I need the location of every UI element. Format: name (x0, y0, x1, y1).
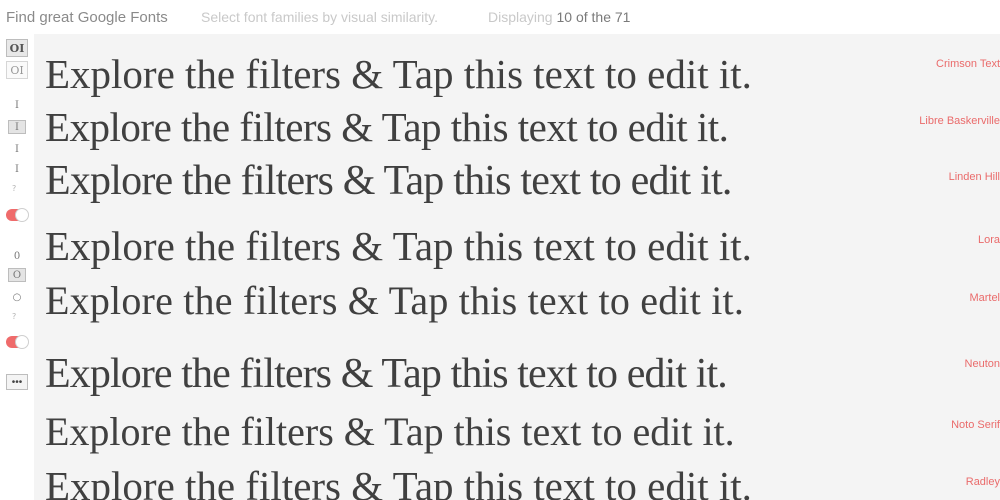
font-sample[interactable]: Explore the filters & Tap this text to e… (45, 222, 752, 270)
serif-filter-toggle[interactable] (6, 208, 29, 222)
font-sample[interactable]: Explore the filters & Tap this text to e… (45, 157, 732, 205)
contrast-low-button[interactable]: OI (6, 61, 28, 79)
font-name-link[interactable]: Crimson Text (936, 58, 1000, 70)
header-bar: Find great Google Fonts Select font fami… (0, 0, 1000, 34)
font-name-link[interactable]: Libre Baskerville (919, 115, 1000, 127)
toggle-knob (15, 208, 29, 222)
more-options-label: ••• (11, 376, 23, 388)
font-name-link[interactable]: Noto Serif (951, 419, 1000, 431)
font-name-link[interactable]: Radley (966, 476, 1000, 488)
contrast-low-label: OI (10, 63, 24, 77)
help-icon[interactable]: ? (12, 184, 16, 193)
filter-sidebar: OI OI I I I I ? 0 O ○ ? ••• (0, 34, 34, 500)
page-title: Find great Google Fonts (6, 9, 168, 26)
font-sample[interactable]: Explore the filters & Tap this text to e… (45, 103, 729, 151)
page-subtitle: Select font families by visual similarit… (201, 9, 439, 25)
font-sample[interactable]: Explore the filters & Tap this text to e… (45, 350, 728, 398)
font-name-link[interactable]: Linden Hill (949, 171, 1000, 183)
toggle-knob (15, 335, 29, 349)
width-wide-icon[interactable]: ○ (8, 290, 26, 304)
font-sample[interactable]: Explore the filters & Tap this text to e… (45, 408, 735, 455)
serif-slab-icon[interactable]: I (8, 142, 26, 156)
font-sample[interactable]: Explore the filters & Tap this text to e… (45, 462, 752, 500)
font-list: Explore the filters & Tap this text to e… (34, 34, 1000, 500)
results-count: Displaying 10 of the 71 (488, 9, 630, 25)
results-count-prefix: Displaying (488, 9, 553, 25)
width-narrow-icon[interactable]: 0 (8, 249, 26, 263)
font-sample[interactable]: Explore the filters & Tap this text to e… (45, 50, 752, 98)
serif-bracket-icon[interactable]: I (8, 120, 26, 134)
font-name-link[interactable]: Martel (969, 292, 1000, 304)
font-name-link[interactable]: Neuton (965, 358, 1000, 370)
more-options-button[interactable]: ••• (6, 374, 28, 390)
results-count-value: 10 of the 71 (556, 9, 631, 25)
font-name-link[interactable]: Lora (978, 234, 1000, 246)
help-icon[interactable]: ? (12, 312, 16, 321)
serif-wedge-icon[interactable]: I (8, 98, 26, 112)
font-sample[interactable]: Explore the filters & Tap this text to e… (45, 277, 744, 324)
width-medium-icon[interactable]: O (8, 268, 26, 282)
serif-thin-icon[interactable]: I (8, 162, 26, 176)
contrast-high-button[interactable]: OI (6, 39, 28, 57)
contrast-high-label: OI (9, 41, 25, 55)
width-filter-toggle[interactable] (6, 335, 29, 349)
